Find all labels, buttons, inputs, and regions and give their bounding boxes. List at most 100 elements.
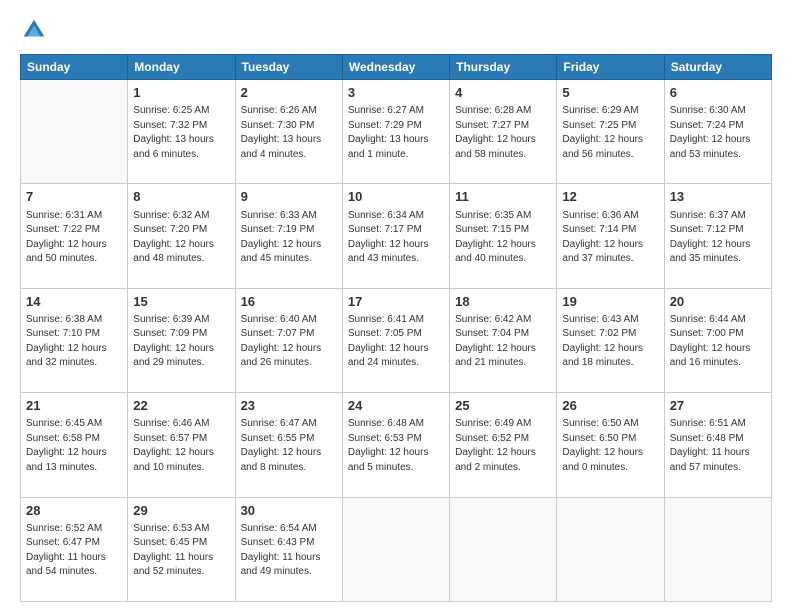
day-info: Sunrise: 6:46 AMSunset: 6:57 PMDaylight:… (133, 417, 229, 475)
day-info: Sunrise: 6:31 AMSunset: 7:22 PMDaylight:… (26, 209, 122, 267)
header-day: Wednesday (342, 55, 449, 80)
day-info: Sunrise: 6:51 AMSunset: 6:48 PMDaylight:… (670, 417, 766, 475)
day-number: 7 (26, 188, 122, 206)
day-info: Sunrise: 6:33 AMSunset: 7:19 PMDaylight:… (241, 209, 337, 267)
day-number: 14 (26, 293, 122, 311)
calendar-cell: 18 Sunrise: 6:42 AMSunset: 7:04 PMDayligh… (450, 288, 557, 392)
day-number: 22 (133, 397, 229, 415)
day-info: Sunrise: 6:45 AMSunset: 6:58 PMDaylight:… (26, 417, 122, 475)
day-info: Sunrise: 6:41 AMSunset: 7:05 PMDaylight:… (348, 313, 444, 371)
header-day: Monday (128, 55, 235, 80)
day-info: Sunrise: 6:49 AMSunset: 6:52 PMDaylight:… (455, 417, 551, 475)
day-number: 12 (562, 188, 658, 206)
day-info: Sunrise: 6:47 AMSunset: 6:55 PMDaylight:… (241, 417, 337, 475)
calendar-cell: 21 Sunrise: 6:45 AMSunset: 6:58 PMDayligh… (21, 393, 128, 497)
calendar-week-row: 14 Sunrise: 6:38 AMSunset: 7:10 PMDayligh… (21, 288, 772, 392)
day-info: Sunrise: 6:25 AMSunset: 7:32 PMDaylight:… (133, 104, 229, 162)
calendar-week-row: 21 Sunrise: 6:45 AMSunset: 6:58 PMDayligh… (21, 393, 772, 497)
day-number: 23 (241, 397, 337, 415)
header (20, 16, 772, 44)
day-info: Sunrise: 6:36 AMSunset: 7:14 PMDaylight:… (562, 209, 658, 267)
day-info: Sunrise: 6:53 AMSunset: 6:45 PMDaylight:… (133, 522, 229, 580)
calendar-cell (557, 497, 664, 601)
calendar-table: SundayMondayTuesdayWednesdayThursdayFrid… (20, 54, 772, 602)
day-info: Sunrise: 6:39 AMSunset: 7:09 PMDaylight:… (133, 313, 229, 371)
calendar-cell: 20Sunrise: 6:44 AMSunset: 7:00 PMDayligh… (664, 288, 771, 392)
day-info: Sunrise: 6:28 AMSunset: 7:27 PMDaylight:… (455, 104, 551, 162)
day-info: Sunrise: 6:34 AMSunset: 7:17 PMDaylight:… (348, 209, 444, 267)
calendar-cell: 29 Sunrise: 6:53 AMSunset: 6:45 PMDayligh… (128, 497, 235, 601)
day-number: 5 (562, 84, 658, 102)
day-number: 18 (455, 293, 551, 311)
day-number: 25 (455, 397, 551, 415)
day-number: 26 (562, 397, 658, 415)
day-number: 29 (133, 502, 229, 520)
calendar-cell: 7 Sunrise: 6:31 AMSunset: 7:22 PMDaylight… (21, 184, 128, 288)
calendar-cell: 10 Sunrise: 6:34 AMSunset: 7:17 PMDayligh… (342, 184, 449, 288)
day-number: 4 (455, 84, 551, 102)
day-number: 30 (241, 502, 337, 520)
calendar-cell (21, 80, 128, 184)
day-info: Sunrise: 6:40 AMSunset: 7:07 PMDaylight:… (241, 313, 337, 371)
header-day: Thursday (450, 55, 557, 80)
calendar-cell: 19 Sunrise: 6:43 AMSunset: 7:02 PMDayligh… (557, 288, 664, 392)
day-number: 9 (241, 188, 337, 206)
day-info: Sunrise: 6:26 AMSunset: 7:30 PMDaylight:… (241, 104, 337, 162)
calendar-body: 1 Sunrise: 6:25 AMSunset: 7:32 PMDaylight… (21, 80, 772, 602)
calendar-cell: 23 Sunrise: 6:47 AMSunset: 6:55 PMDayligh… (235, 393, 342, 497)
header-day: Tuesday (235, 55, 342, 80)
header-day: Saturday (664, 55, 771, 80)
page: SundayMondayTuesdayWednesdayThursdayFrid… (0, 0, 792, 612)
calendar-cell: 22 Sunrise: 6:46 AMSunset: 6:57 PMDayligh… (128, 393, 235, 497)
calendar-cell: 2 Sunrise: 6:26 AMSunset: 7:30 PMDaylight… (235, 80, 342, 184)
calendar-cell: 24Sunrise: 6:48 AMSunset: 6:53 PMDayligh… (342, 393, 449, 497)
logo (20, 16, 52, 44)
calendar-cell: 1 Sunrise: 6:25 AMSunset: 7:32 PMDaylight… (128, 80, 235, 184)
day-number: 8 (133, 188, 229, 206)
day-number: 17 (348, 293, 444, 311)
calendar-header: SundayMondayTuesdayWednesdayThursdayFrid… (21, 55, 772, 80)
day-info: Sunrise: 6:50 AMSunset: 6:50 PMDaylight:… (562, 417, 658, 475)
calendar-cell: 5Sunrise: 6:29 AMSunset: 7:25 PMDaylight… (557, 80, 664, 184)
calendar-cell: 4 Sunrise: 6:28 AMSunset: 7:27 PMDaylight… (450, 80, 557, 184)
header-row: SundayMondayTuesdayWednesdayThursdayFrid… (21, 55, 772, 80)
calendar-cell: 30Sunrise: 6:54 AMSunset: 6:43 PMDayligh… (235, 497, 342, 601)
day-number: 21 (26, 397, 122, 415)
calendar-week-row: 7 Sunrise: 6:31 AMSunset: 7:22 PMDaylight… (21, 184, 772, 288)
day-number: 2 (241, 84, 337, 102)
header-day: Sunday (21, 55, 128, 80)
day-info: Sunrise: 6:27 AMSunset: 7:29 PMDaylight:… (348, 104, 444, 162)
day-number: 24 (348, 397, 444, 415)
calendar-cell (664, 497, 771, 601)
calendar-cell: 8 Sunrise: 6:32 AMSunset: 7:20 PMDaylight… (128, 184, 235, 288)
calendar-cell: 27 Sunrise: 6:51 AMSunset: 6:48 PMDayligh… (664, 393, 771, 497)
calendar-cell: 14 Sunrise: 6:38 AMSunset: 7:10 PMDayligh… (21, 288, 128, 392)
day-info: Sunrise: 6:43 AMSunset: 7:02 PMDaylight:… (562, 313, 658, 371)
calendar-cell: 26 Sunrise: 6:50 AMSunset: 6:50 PMDayligh… (557, 393, 664, 497)
day-number: 15 (133, 293, 229, 311)
day-number: 6 (670, 84, 766, 102)
day-info: Sunrise: 6:37 AMSunset: 7:12 PMDaylight:… (670, 209, 766, 267)
calendar-cell (450, 497, 557, 601)
day-number: 11 (455, 188, 551, 206)
calendar-cell: 28Sunrise: 6:52 AMSunset: 6:47 PMDayligh… (21, 497, 128, 601)
calendar-cell: 6Sunrise: 6:30 AMSunset: 7:24 PMDaylight… (664, 80, 771, 184)
day-info: Sunrise: 6:38 AMSunset: 7:10 PMDaylight:… (26, 313, 122, 371)
day-info: Sunrise: 6:32 AMSunset: 7:20 PMDaylight:… (133, 209, 229, 267)
day-info: Sunrise: 6:42 AMSunset: 7:04 PMDaylight:… (455, 313, 551, 371)
day-number: 1 (133, 84, 229, 102)
calendar-cell: 13Sunrise: 6:37 AMSunset: 7:12 PMDayligh… (664, 184, 771, 288)
day-number: 3 (348, 84, 444, 102)
calendar-week-row: 1 Sunrise: 6:25 AMSunset: 7:32 PMDaylight… (21, 80, 772, 184)
calendar-cell: 15 Sunrise: 6:39 AMSunset: 7:09 PMDayligh… (128, 288, 235, 392)
day-number: 27 (670, 397, 766, 415)
calendar-cell: 3 Sunrise: 6:27 AMSunset: 7:29 PMDaylight… (342, 80, 449, 184)
day-number: 10 (348, 188, 444, 206)
calendar-cell: 9 Sunrise: 6:33 AMSunset: 7:19 PMDaylight… (235, 184, 342, 288)
day-info: Sunrise: 6:35 AMSunset: 7:15 PMDaylight:… (455, 209, 551, 267)
calendar-cell: 11 Sunrise: 6:35 AMSunset: 7:15 PMDayligh… (450, 184, 557, 288)
day-number: 19 (562, 293, 658, 311)
calendar-cell (342, 497, 449, 601)
calendar-cell: 16Sunrise: 6:40 AMSunset: 7:07 PMDayligh… (235, 288, 342, 392)
calendar-cell: 17 Sunrise: 6:41 AMSunset: 7:05 PMDayligh… (342, 288, 449, 392)
